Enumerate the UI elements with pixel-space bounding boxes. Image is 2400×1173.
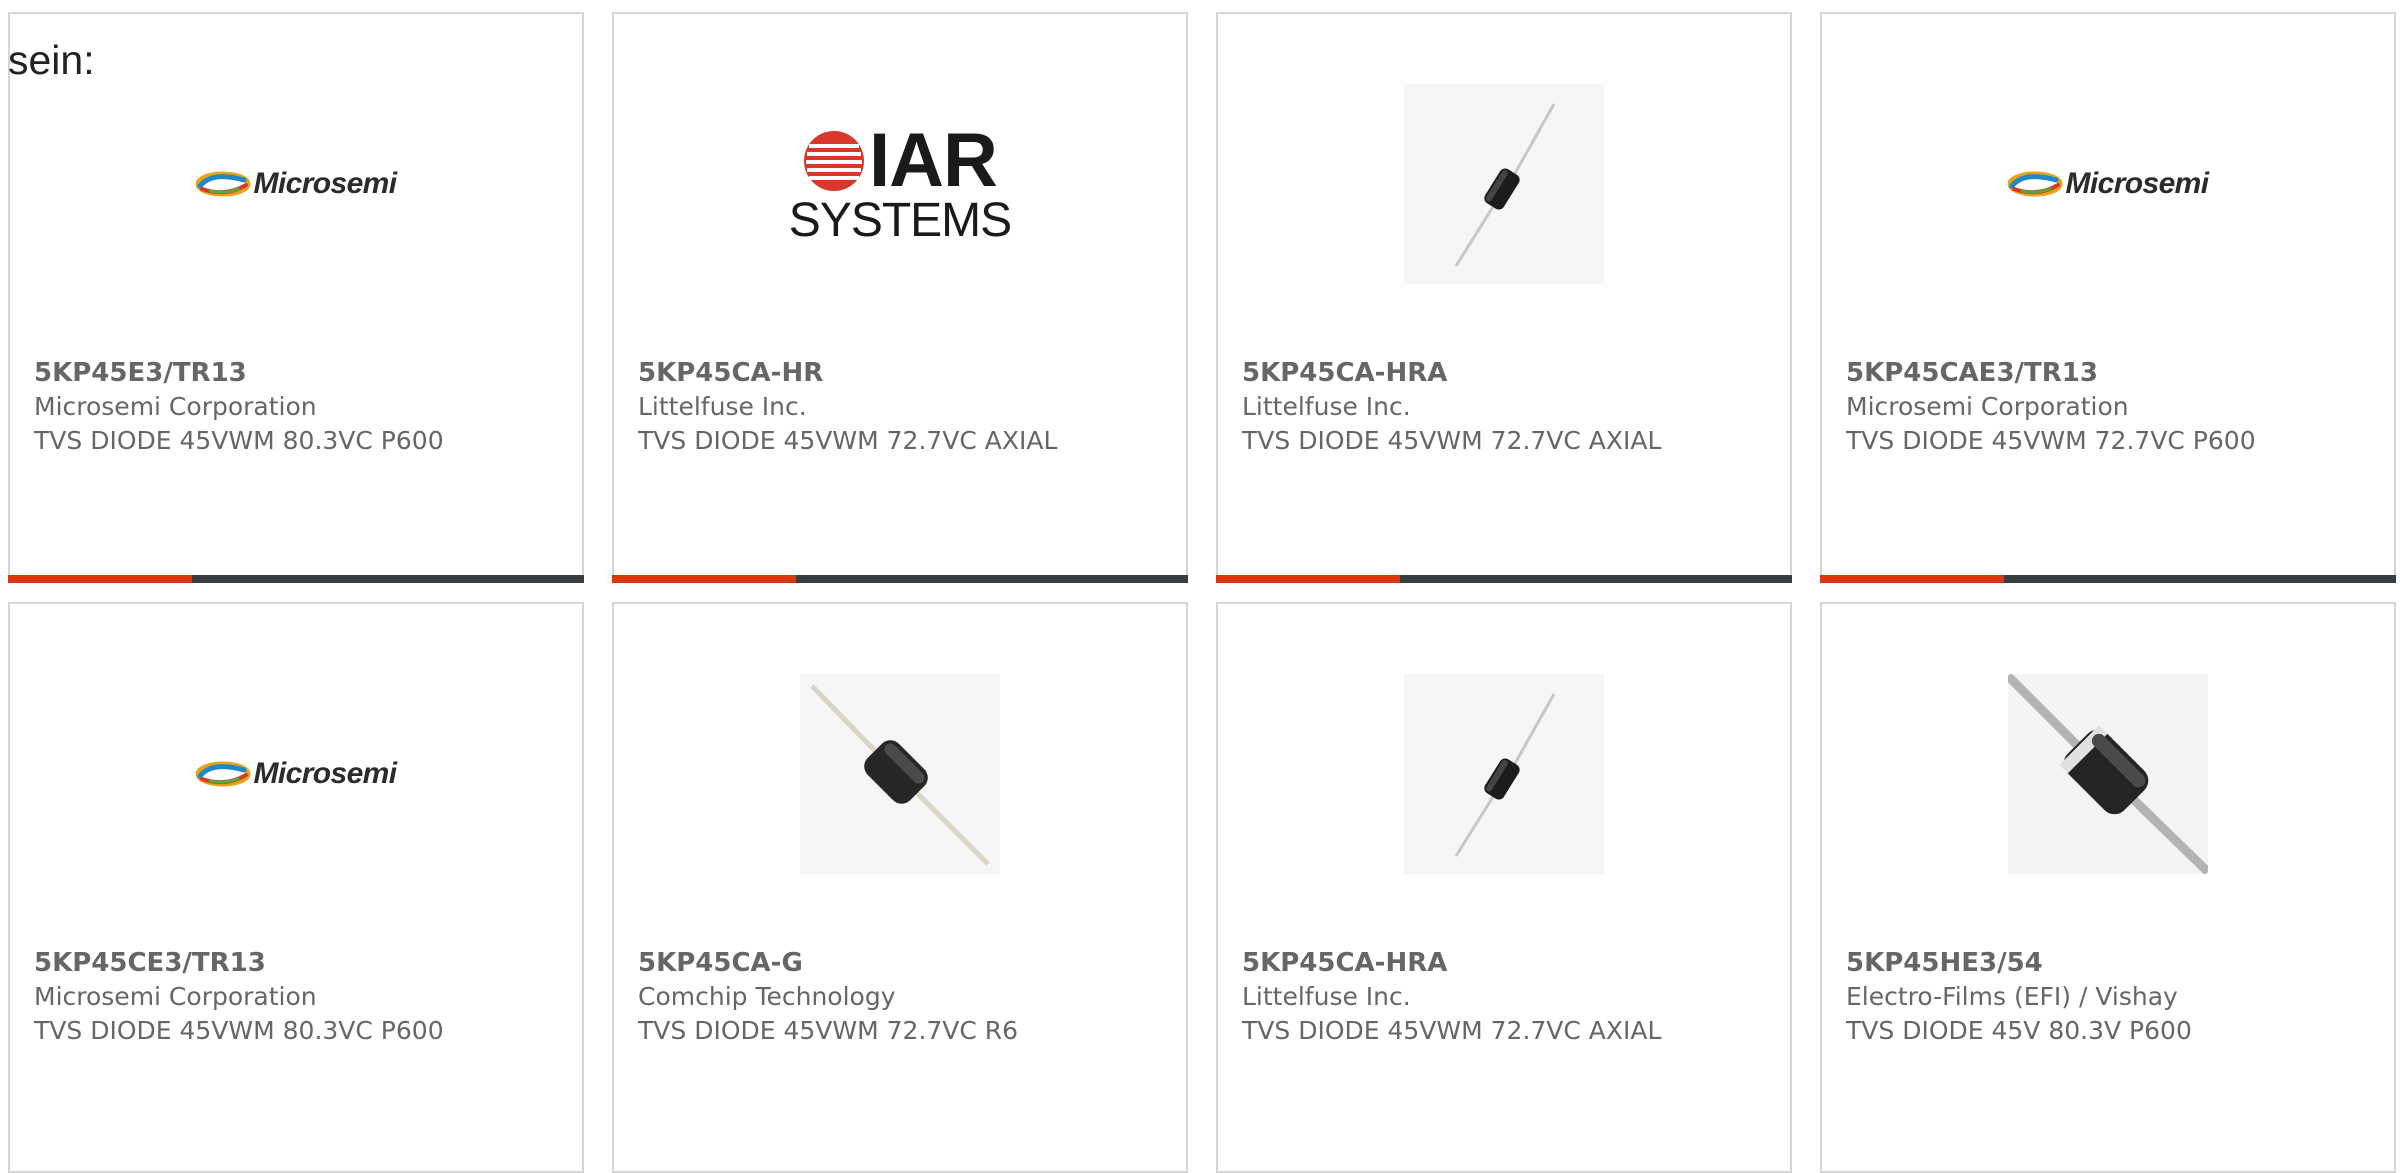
manufacturer: Electro-Films (EFI) / Vishay [1846,982,2178,1011]
product-card[interactable]: Microsemi 5KP45CE3/TR13 Microsemi Corpor… [8,602,584,1173]
microsemi-logo: Microsemi [2007,167,2209,201]
part-number[interactable]: 5KP45CA-G [638,946,1174,980]
description: TVS DIODE 45VWM 80.3VC P600 [34,426,444,455]
part-number[interactable]: 5KP45CA-HR [638,356,1174,390]
manufacturer: Microsemi Corporation [1846,392,2129,421]
manufacturer: Littelfuse Inc. [638,392,807,421]
product-card[interactable]: 5KP45HE3/54 Electro-Films (EFI) / Vishay… [1820,602,2396,1173]
product-card[interactable]: Microsemi 5KP45CAE3/TR13 Microsemi Corpo… [1820,12,2396,583]
product-card[interactable]: 5KP45CA-G Comchip Technology TVS DIODE 4… [612,602,1188,1173]
card-progress-bar[interactable] [1216,575,1792,583]
product-image: IAR SYSTEMS [614,54,1186,314]
description: TVS DIODE 45VWM 72.7VC R6 [638,1016,1019,1045]
product-image [1218,54,1790,314]
bar-accent [612,575,796,583]
part-number[interactable]: 5KP45CA-HRA [1242,356,1778,390]
axial-diode-photo [800,674,1000,874]
description: TVS DIODE 45VWM 72.7VC AXIAL [1242,1016,1662,1045]
product-image: Microsemi [10,644,582,904]
description: TVS DIODE 45V 80.3V P600 [1846,1016,2192,1045]
product-image [614,644,1186,904]
manufacturer: Comchip Technology [638,982,896,1011]
product-image: Microsemi [10,54,582,314]
description: TVS DIODE 45VWM 72.7VC P600 [1846,426,2256,455]
product-image: Microsemi [1822,54,2394,314]
part-number[interactable]: 5KP45E3/TR13 [34,356,570,390]
axial-diode-photo [1404,84,1604,284]
product-card[interactable]: 5KP45CA-HRA Littelfuse Inc. TVS DIODE 45… [1216,602,1792,1173]
manufacturer: Littelfuse Inc. [1242,392,1411,421]
bar-accent [8,575,192,583]
microsemi-logo: Microsemi [195,757,397,791]
part-number[interactable]: 5KP45CE3/TR13 [34,946,570,980]
part-number[interactable]: 5KP45HE3/54 [1846,946,2382,980]
description: TVS DIODE 45VWM 72.7VC AXIAL [638,426,1058,455]
card-progress-bar[interactable] [612,575,1188,583]
description: TVS DIODE 45VWM 72.7VC AXIAL [1242,426,1662,455]
card-progress-bar[interactable] [1820,575,2396,583]
microsemi-logo: Microsemi [195,167,397,201]
manufacturer: Littelfuse Inc. [1242,982,1411,1011]
manufacturer: Microsemi Corporation [34,392,317,421]
axial-diode-photo [1404,674,1604,874]
part-number[interactable]: 5KP45CAE3/TR13 [1846,356,2382,390]
product-card[interactable]: IAR SYSTEMS 5KP45CA-HR Littelfuse Inc. T… [612,12,1188,583]
intro-text: sein: [8,37,95,83]
axial-diode-photo [2008,674,2208,874]
part-number[interactable]: 5KP45CA-HRA [1242,946,1778,980]
bar-accent [1820,575,2004,583]
bar-accent [1216,575,1400,583]
iar-systems-logo: IAR SYSTEMS [788,118,1012,247]
card-progress-bar[interactable] [8,575,584,583]
manufacturer: Microsemi Corporation [34,982,317,1011]
product-image [1822,644,2394,904]
product-card[interactable]: Microsemi 5KP45E3/TR13 Microsemi Corpora… [8,12,584,583]
description: TVS DIODE 45VWM 80.3VC P600 [34,1016,444,1045]
product-image [1218,644,1790,904]
product-card[interactable]: 5KP45CA-HRA Littelfuse Inc. TVS DIODE 45… [1216,12,1792,583]
